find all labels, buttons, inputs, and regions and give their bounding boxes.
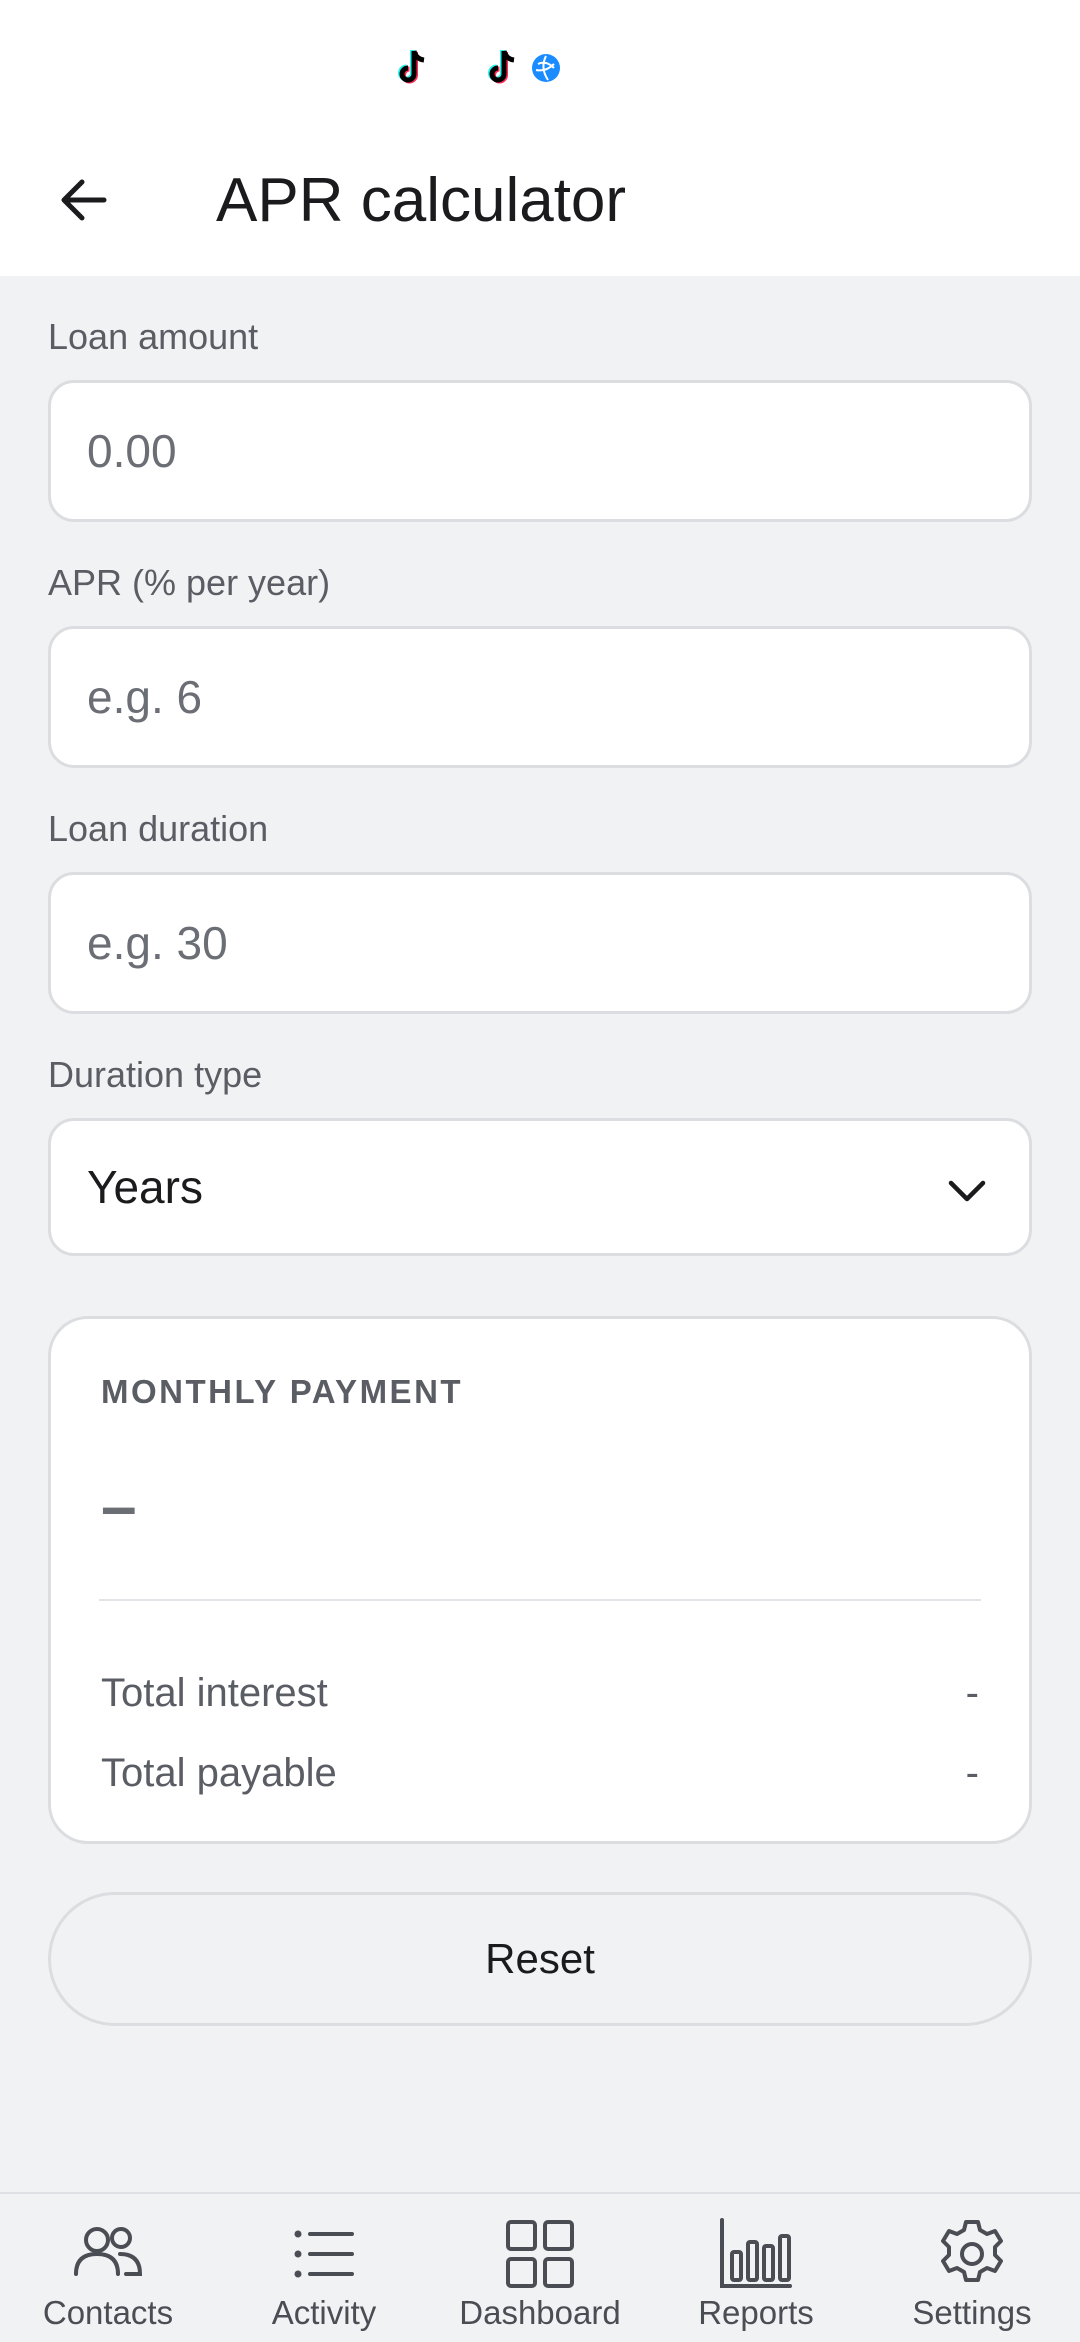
duration-type-label: Duration type — [48, 1054, 263, 1095]
monthly-payment-value: – — [101, 1470, 137, 1542]
nav-item-settings[interactable]: Settings — [864, 2194, 1080, 2342]
nav-label: Contacts — [42, 2294, 174, 2331]
loan-amount-field[interactable] — [48, 380, 1032, 522]
grid-icon — [506, 2220, 574, 2288]
apr-label: APR (% per year) — [48, 562, 331, 603]
nav-label: Dashboard — [459, 2294, 621, 2331]
people-icon — [74, 2227, 143, 2276]
duration-type-select[interactable]: Years — [48, 1118, 1032, 1256]
duration-type-value: Years — [87, 1161, 203, 1213]
loan-amount-input[interactable] — [87, 383, 987, 519]
tiktok-icon — [392, 48, 432, 88]
divider — [99, 1599, 981, 1601]
page-title: APR calculator — [216, 166, 627, 235]
loan-duration-field[interactable] — [48, 872, 1032, 1014]
nav-label: Reports — [698, 2294, 814, 2331]
apr-input[interactable] — [87, 629, 987, 765]
result-card: MONTHLY PAYMENT – Total interest - Total… — [48, 1316, 1032, 1844]
apr-field[interactable] — [48, 626, 1032, 768]
total-interest-label: Total interest — [101, 1671, 328, 1715]
nav-label: Settings — [912, 2294, 1032, 2331]
globe-icon — [526, 48, 566, 88]
monthly-payment-heading: MONTHLY PAYMENT — [101, 1373, 464, 1410]
nav-item-contacts[interactable]: Contacts — [0, 2194, 216, 2342]
nav-label: Activity — [271, 2294, 377, 2331]
loan-duration-label: Loan duration — [48, 808, 269, 849]
nav-item-activity[interactable]: Activity — [216, 2194, 432, 2342]
loan-duration-input[interactable] — [87, 875, 987, 1011]
chevron-down-icon — [948, 1180, 986, 1202]
total-interest-value: - — [965, 1671, 979, 1715]
gear-icon — [941, 2220, 1003, 2282]
tiktok-icon — [482, 48, 522, 88]
arrow-left-icon — [61, 179, 107, 221]
nav-item-dashboard[interactable]: Dashboard — [432, 2194, 648, 2342]
bottom-nav: Contacts Activity Dashboard Reports Sett… — [0, 2192, 1080, 2340]
total-payable-label: Total payable — [101, 1751, 337, 1795]
bar-chart-icon — [720, 2218, 792, 2288]
back-button[interactable] — [44, 160, 124, 240]
status-bar — [0, 0, 1080, 130]
reset-button[interactable]: Reset — [48, 1892, 1032, 2026]
app-bar: APR calculator — [0, 130, 1080, 276]
nav-item-reports[interactable]: Reports — [648, 2194, 864, 2342]
loan-amount-label: Loan amount — [48, 316, 259, 357]
total-payable-value: - — [965, 1751, 979, 1795]
list-icon — [294, 2230, 354, 2278]
